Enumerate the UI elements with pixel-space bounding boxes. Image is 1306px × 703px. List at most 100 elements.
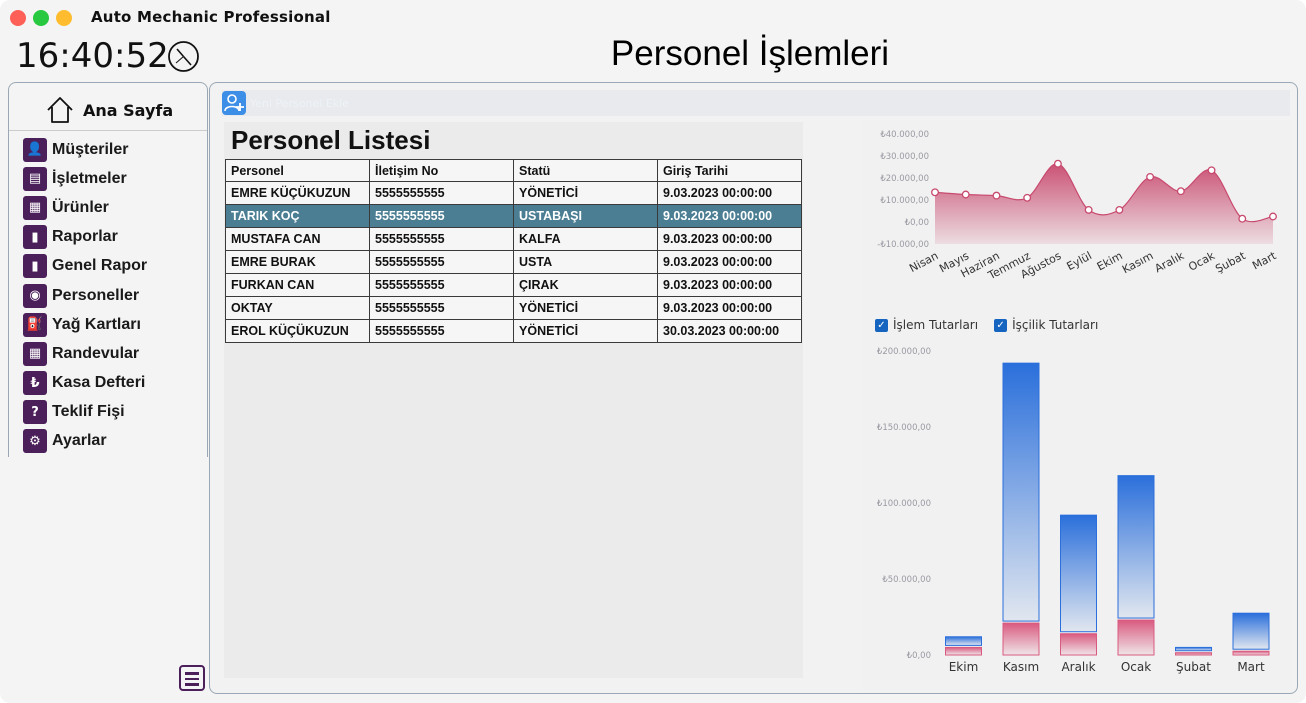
products-icon: ▦: [23, 195, 47, 220]
divider: [9, 130, 207, 131]
table-cell: 5555555555: [369, 296, 515, 320]
table-row[interactable]: EMRE BURAK 5555555555 USTA 9.03.2023 00:00:…: [224, 250, 802, 274]
sidebar-item-9[interactable]: ₺ Kasa Defteri: [23, 369, 147, 398]
app-window: Auto Mechanic Professional 16:40:52 Pers…: [0, 0, 1306, 703]
bar-chart-legend: ✓ İşlem Tutarları ✓ İşçilik Tutarları: [875, 318, 1098, 332]
sidebar-item-label: Yağ Kartları: [52, 315, 141, 333]
clock-readout: 16:40:52: [16, 36, 169, 76]
sidebar-item-label: Teklif Fişi: [52, 403, 125, 421]
reports-icon: ▮: [23, 225, 47, 250]
staff-icon: ◉: [23, 283, 47, 308]
sidebar-item-label: Ayarlar: [52, 432, 107, 450]
table-cell: 5555555555: [369, 204, 515, 228]
table-row[interactable]: EMRE KÜÇÜKUZUN 5555555555 YÖNETİCİ 9.03.202…: [224, 181, 802, 205]
general-report-icon: ▮: [23, 254, 47, 279]
table-cell: 9.03.2023 00:00:00: [657, 273, 802, 297]
column-header[interactable]: İletişim No: [369, 159, 515, 182]
sidebar-item-8[interactable]: ▦ Randevular: [23, 339, 147, 368]
table-cell: EROL KÜÇÜKUZUN: [224, 319, 371, 343]
sidebar-item-label: Raporlar: [52, 228, 118, 246]
table-cell: OKTAY: [224, 296, 371, 320]
table-cell: FURKAN CAN: [224, 273, 371, 297]
sidebar-item-label: İşletmeler: [52, 169, 127, 187]
table-cell: USTABAŞI: [513, 204, 658, 228]
home-label: Ana Sayfa: [83, 100, 174, 120]
table-cell: 30.03.2023 00:00:00: [657, 319, 802, 343]
sidebar-item-11[interactable]: ⚙ Ayarlar: [23, 427, 147, 456]
checkbox-checked-icon: ✓: [875, 318, 888, 332]
sidebar: Ana Sayfa 👤 Müşteriler ▤ İşletmeler ▦ Ürünler…: [8, 82, 208, 457]
table-cell: MUSTAFA CAN: [224, 227, 371, 251]
minimize-window-button[interactable]: [56, 10, 72, 26]
sidebar-item-label: Ürünler: [52, 198, 109, 216]
sidebar-item-7[interactable]: ⛽ Yağ Kartları: [23, 310, 147, 339]
table-cell: 9.03.2023 00:00:00: [657, 296, 802, 320]
sidebar-item-3[interactable]: ▦ Ürünler: [23, 193, 147, 222]
add-user-icon: [222, 91, 246, 115]
app-title: Auto Mechanic Professional: [91, 8, 331, 26]
sidebar-item-label: Müşteriler: [52, 140, 129, 158]
menu-toggle-button[interactable]: [179, 665, 205, 691]
legend-item-iscilik[interactable]: ✓ İşçilik Tutarları: [994, 318, 1098, 332]
page-title: Personel İşlemleri: [610, 34, 890, 73]
home-button[interactable]: Ana Sayfa: [45, 95, 173, 125]
business-icon: ▤: [23, 166, 47, 191]
table-cell: YÖNETİCİ: [513, 181, 658, 205]
sidebar-menu: 👤 Müşteriler ▤ İşletmeler ▦ Ürünler ▮ Raporlar ▮…: [23, 135, 147, 456]
column-header[interactable]: Giriş Tarihi: [657, 159, 802, 182]
table-cell: 5555555555: [369, 273, 515, 297]
table-cell: 9.03.2023 00:00:00: [657, 227, 802, 251]
oil-card-icon: ⛽: [23, 312, 47, 337]
add-staff-label: Yeni Personel Ekle: [250, 96, 349, 110]
table-cell: 9.03.2023 00:00:00: [657, 181, 802, 205]
checkbox-checked-icon: ✓: [994, 318, 1008, 332]
table-cell: 5555555555: [369, 181, 515, 205]
table-cell: 9.03.2023 00:00:00: [657, 204, 802, 228]
sidebar-item-1[interactable]: 👤 Müşteriler: [23, 135, 147, 164]
lira-icon: ₺: [23, 371, 47, 396]
table-cell: ÇIRAK: [513, 273, 658, 297]
table-row[interactable]: TARIK KOÇ 5555555555 USTABAŞI 9.03.2023 00:…: [224, 204, 802, 228]
staff-table: Personel İletişim No Statü Giriş Tarihi EMR…: [224, 159, 802, 343]
calendar-icon: ▦: [23, 341, 47, 366]
table-cell: YÖNETİCİ: [513, 296, 658, 320]
list-title: Personel Listesi: [231, 125, 431, 155]
settings-icon: ⚙: [23, 429, 47, 454]
table-cell: 5555555555: [369, 227, 515, 251]
toolbar: [222, 90, 1290, 116]
clock-icon: [168, 41, 199, 72]
column-header[interactable]: Statü: [513, 159, 658, 182]
legend-item-islem[interactable]: ✓ İşlem Tutarları: [875, 318, 978, 332]
sidebar-item-2[interactable]: ▤ İşletmeler: [23, 164, 147, 193]
sidebar-item-6[interactable]: ◉ Personeller: [23, 281, 147, 310]
sidebar-item-4[interactable]: ▮ Raporlar: [23, 223, 147, 252]
table-cell: 5555555555: [369, 250, 515, 274]
sidebar-item-10[interactable]: ? Teklif Fişi: [23, 398, 147, 427]
sidebar-item-label: Genel Rapor: [52, 257, 148, 275]
maximize-window-button[interactable]: [33, 10, 49, 26]
table-cell: YÖNETİCİ: [513, 319, 658, 343]
table-row[interactable]: MUSTAFA CAN 5555555555 KALFA 9.03.2023 00:0…: [224, 227, 802, 251]
table-cell: EMRE KÜÇÜKUZUN: [224, 181, 371, 205]
home-icon: [47, 97, 73, 123]
sidebar-item-5[interactable]: ▮ Genel Rapor: [23, 252, 147, 281]
column-header[interactable]: Personel: [224, 159, 371, 182]
table-row[interactable]: EROL KÜÇÜKUZUN 5555555555 YÖNETİCİ 30.03.20…: [224, 319, 802, 343]
add-staff-button[interactable]: Yeni Personel Ekle: [222, 91, 349, 115]
table-cell: USTA: [513, 250, 658, 274]
close-window-button[interactable]: [10, 10, 26, 26]
legend-label: İşlem Tutarları: [893, 318, 979, 332]
sidebar-item-label: Randevular: [52, 344, 140, 362]
table-cell: EMRE BURAK: [224, 250, 371, 274]
table-row[interactable]: OKTAY 5555555555 YÖNETİCİ 9.03.2023 00:00:0…: [224, 296, 802, 320]
table-cell: TARIK KOÇ: [224, 204, 371, 228]
table-cell: 5555555555: [369, 319, 515, 343]
question-icon: ?: [23, 400, 47, 425]
sidebar-item-label: Personeller: [52, 286, 140, 304]
table-row[interactable]: FURKAN CAN 5555555555 ÇIRAK 9.03.2023 00:00…: [224, 273, 802, 297]
customer-icon: 👤: [23, 137, 47, 162]
legend-label: İşçilik Tutarları: [1012, 318, 1099, 332]
table-cell: KALFA: [513, 227, 658, 251]
table-cell: 9.03.2023 00:00:00: [657, 250, 802, 274]
sidebar-item-label: Kasa Defteri: [52, 374, 146, 392]
